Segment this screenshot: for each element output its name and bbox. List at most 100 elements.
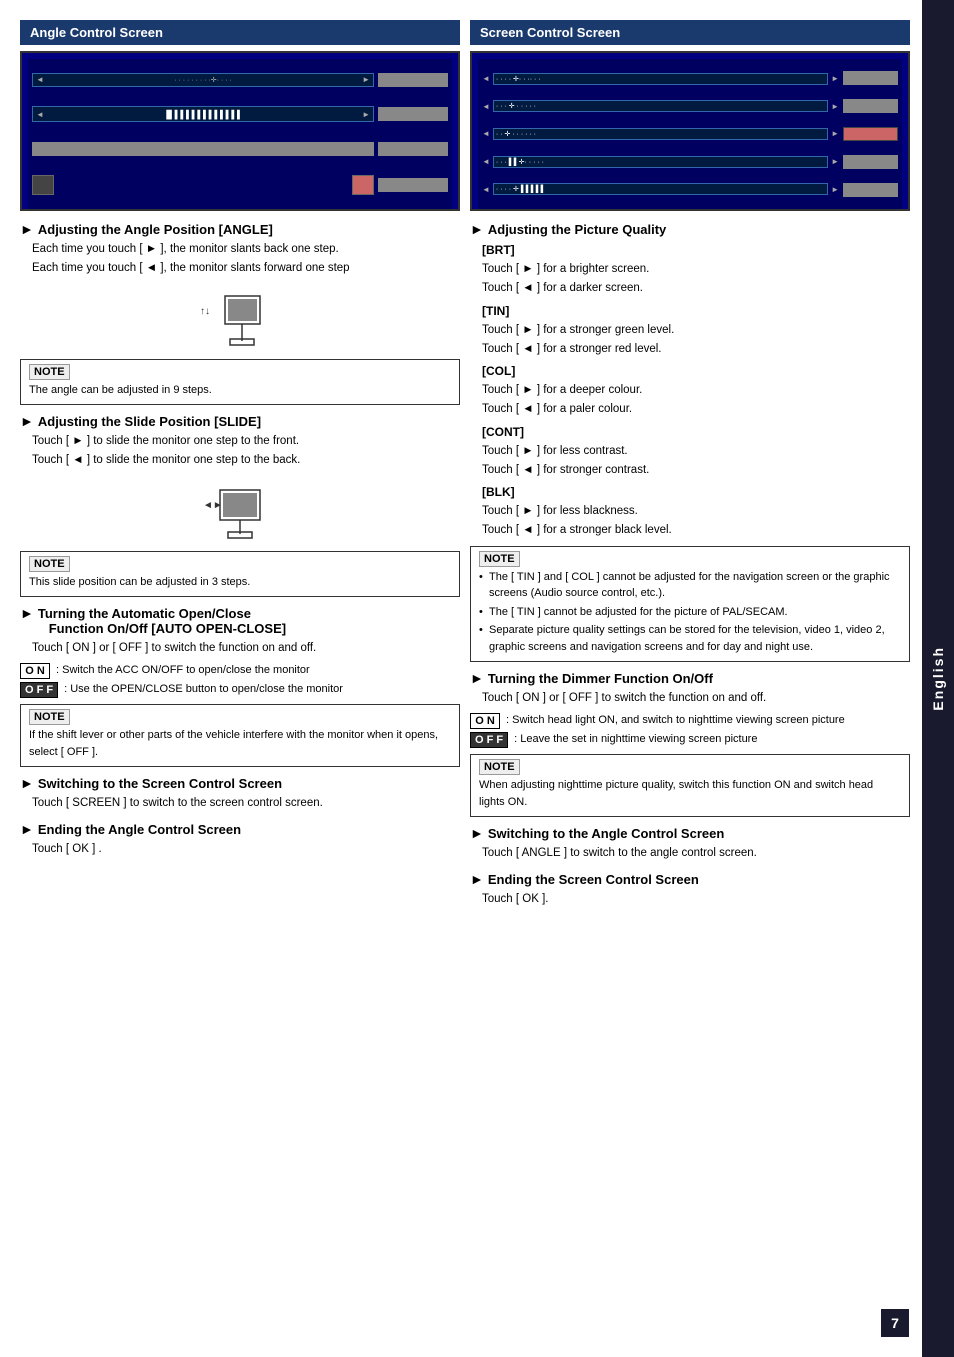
note-auto-open: NOTE If the shift lever or other parts o… xyxy=(20,704,460,767)
screen-display: ◄ · · · · ✛· · ·· · · ► ◄ · · · ✛ · · · … xyxy=(478,59,902,209)
angle-diagram-svg: ↑↓ xyxy=(200,286,280,351)
angle-diagram: ↑↓ xyxy=(20,286,460,351)
end-angle-paragraphs: Touch [ OK ] . xyxy=(20,841,460,858)
heading-text-angle: Adjusting the Angle Position [ANGLE] xyxy=(38,222,273,237)
slide-paragraphs: Touch [ ► ] to slide the monitor one ste… xyxy=(20,433,460,470)
page-number: 7 xyxy=(881,1309,909,1337)
dimmer-off-row: O F F : Leave the set in nighttime viewi… xyxy=(470,732,910,748)
heading-adjust-slide: ► Adjusting the Slide Position [SLIDE] xyxy=(20,413,460,429)
dimmer-off-box: O F F xyxy=(470,732,508,748)
dimmer-paragraphs: Touch [ ON ] or [ OFF ] to switch the fu… xyxy=(470,690,910,707)
auto-off-desc: : Use the OPEN/CLOSE button to open/clos… xyxy=(64,682,343,697)
switch-screen-para: Touch [ SCREEN ] to switch to the screen… xyxy=(32,795,460,812)
auto-off-row: O F F : Use the OPEN/CLOSE button to ope… xyxy=(20,682,460,698)
heading-arrow-dimmer: ► xyxy=(470,670,484,686)
note-dimmer: NOTE When adjusting nighttime picture qu… xyxy=(470,754,910,817)
side-tab: English xyxy=(922,0,954,1357)
screen-sliders: ◄ · · · · ✛· · ·· · · ► ◄ · · · ✛ · · · … xyxy=(482,63,839,205)
note-title-dimmer: NOTE xyxy=(479,759,520,775)
dimmer-on-off-table: O N : Switch head light ON, and switch t… xyxy=(470,713,910,748)
note-picture-bullet-2: The [ TIN ] cannot be adjusted for the p… xyxy=(479,604,901,621)
auto-paragraphs: Touch [ ON ] or [ OFF ] to switch the fu… xyxy=(20,640,460,657)
dimmer-on-box: O N xyxy=(470,713,500,729)
dimmer-para-1: Touch [ ON ] or [ OFF ] to switch the fu… xyxy=(482,690,910,707)
slide-para-1: Touch [ ► ] to slide the monitor one ste… xyxy=(32,433,460,450)
tin-line-2: Touch [ ◄ ] for a stronger red level. xyxy=(482,341,910,358)
auto-on-desc: : Switch the ACC ON/OFF to open/close th… xyxy=(56,663,310,678)
heading-switch-screen: ► Switching to the Screen Control Screen xyxy=(20,775,460,791)
heading-text-auto: Turning the Automatic Open/Close Functio… xyxy=(38,606,286,636)
blk-line-2: Touch [ ◄ ] for a stronger black level. xyxy=(482,522,910,539)
switch-angle-para: Touch [ ANGLE ] to switch to the angle c… xyxy=(482,845,910,862)
heading-text-picture: Adjusting the Picture Quality xyxy=(488,222,666,237)
note-picture-bullet-3: Separate picture quality settings can be… xyxy=(479,622,901,655)
heading-text-slide: Adjusting the Slide Position [SLIDE] xyxy=(38,414,261,429)
col-line-1: Touch [ ► ] for a deeper colour. xyxy=(482,382,910,399)
heading-dimmer: ► Turning the Dimmer Function On/Off xyxy=(470,670,910,686)
slide-diagram-svg: ◄► xyxy=(200,478,280,543)
col-label: [COL] xyxy=(482,362,910,380)
end-angle-para: Touch [ OK ] . xyxy=(32,841,460,858)
heading-end-screen: ► Ending the Screen Control Screen xyxy=(470,871,910,887)
note-picture-quality: NOTE The [ TIN ] and [ COL ] cannot be a… xyxy=(470,546,910,663)
auto-on-off-table: O N : Switch the ACC ON/OFF to open/clos… xyxy=(20,663,460,698)
screen-control-mockup: ◄ · · · · ✛· · ·· · · ► ◄ · · · ✛ · · · … xyxy=(470,51,910,211)
left-column: Angle Control Screen ◄ · · · · · · · · ·… xyxy=(20,20,460,910)
page-container: English 7 Angle Control Screen ◄ · · · ·… xyxy=(0,0,954,1357)
right-column-header: Screen Control Screen xyxy=(470,20,910,45)
screen-sidebar-bars xyxy=(843,63,898,205)
brt-line-1: Touch [ ► ] for a brighter screen. xyxy=(482,261,910,278)
heading-end-angle: ► Ending the Angle Control Screen xyxy=(20,821,460,837)
note-text-dimmer: When adjusting nighttime picture quality… xyxy=(479,777,901,810)
heading-text-switch-angle: Switching to the Angle Control Screen xyxy=(488,826,724,841)
dimmer-off-desc: : Leave the set in nighttime viewing scr… xyxy=(514,732,757,747)
heading-switch-angle: ► Switching to the Angle Control Screen xyxy=(470,825,910,841)
left-column-header: Angle Control Screen xyxy=(20,20,460,45)
note-title-auto: NOTE xyxy=(29,709,70,725)
note-title-picture: NOTE xyxy=(479,551,520,567)
heading-text-end-angle: Ending the Angle Control Screen xyxy=(38,822,241,837)
dimmer-on-desc: : Switch head light ON, and switch to ni… xyxy=(506,713,845,728)
angle-para-2: Each time you touch [ ◄ ], the monitor s… xyxy=(32,260,460,277)
end-screen-para: Touch [ OK ]. xyxy=(482,891,910,908)
angle-paragraphs: Each time you touch [ ► ], the monitor s… xyxy=(20,241,460,278)
heading-text-end-screen: Ending the Screen Control Screen xyxy=(488,872,699,887)
blk-line-1: Touch [ ► ] for less blackness. xyxy=(482,503,910,520)
heading-picture-quality: ► Adjusting the Picture Quality xyxy=(470,221,910,237)
right-column: Screen Control Screen ◄ · · · · ✛· · ·· … xyxy=(470,20,910,910)
heading-arrow-angle: ► xyxy=(20,221,34,237)
note-text-auto: If the shift lever or other parts of the… xyxy=(29,727,451,760)
heading-arrow-picture: ► xyxy=(470,221,484,237)
auto-on-row: O N : Switch the ACC ON/OFF to open/clos… xyxy=(20,663,460,679)
side-tab-label: English xyxy=(930,646,946,711)
heading-arrow-switch-screen: ► xyxy=(20,775,34,791)
dimmer-on-row: O N : Switch head light ON, and switch t… xyxy=(470,713,910,729)
switch-angle-paragraphs: Touch [ ANGLE ] to switch to the angle c… xyxy=(470,845,910,862)
picture-items: [BRT] Touch [ ► ] for a brighter screen.… xyxy=(470,241,910,540)
heading-text-dimmer: Turning the Dimmer Function On/Off xyxy=(488,671,713,686)
col-line-2: Touch [ ◄ ] for a paler colour. xyxy=(482,401,910,418)
auto-off-box: O F F xyxy=(20,682,58,698)
svg-text:◄►: ◄► xyxy=(203,500,223,511)
slide-diagram: ◄► xyxy=(20,478,460,543)
heading-arrow-end-screen: ► xyxy=(470,871,484,887)
heading-arrow-end-angle: ► xyxy=(20,821,34,837)
brt-label: [BRT] xyxy=(482,241,910,259)
angle-para-1: Each time you touch [ ► ], the monitor s… xyxy=(32,241,460,258)
angle-screen-mockup: ◄ · · · · · · · · ·✛· · · · ► ◄ ▐▌▌▌▌▌▌▌… xyxy=(20,51,460,211)
cont-line-1: Touch [ ► ] for less contrast. xyxy=(482,443,910,460)
cont-line-2: Touch [ ◄ ] for stronger contrast. xyxy=(482,462,910,479)
note-text-slide: This slide position can be adjusted in 3… xyxy=(29,574,451,591)
end-screen-paragraphs: Touch [ OK ]. xyxy=(470,891,910,908)
note-slide-steps: NOTE This slide position can be adjusted… xyxy=(20,551,460,598)
note-angle-steps: NOTE The angle can be adjusted in 9 step… xyxy=(20,359,460,406)
cont-label: [CONT] xyxy=(482,423,910,441)
blk-label: [BLK] xyxy=(482,483,910,501)
auto-on-box: O N xyxy=(20,663,50,679)
angle-screen-display: ◄ · · · · · · · · ·✛· · · · ► ◄ ▐▌▌▌▌▌▌▌… xyxy=(28,59,452,209)
heading-arrow-slide: ► xyxy=(20,413,34,429)
heading-arrow-switch-angle: ► xyxy=(470,825,484,841)
heading-auto-open-close: ► Turning the Automatic Open/Close Funct… xyxy=(20,605,460,636)
note-title-slide: NOTE xyxy=(29,556,70,572)
heading-arrow-auto: ► xyxy=(20,605,34,621)
